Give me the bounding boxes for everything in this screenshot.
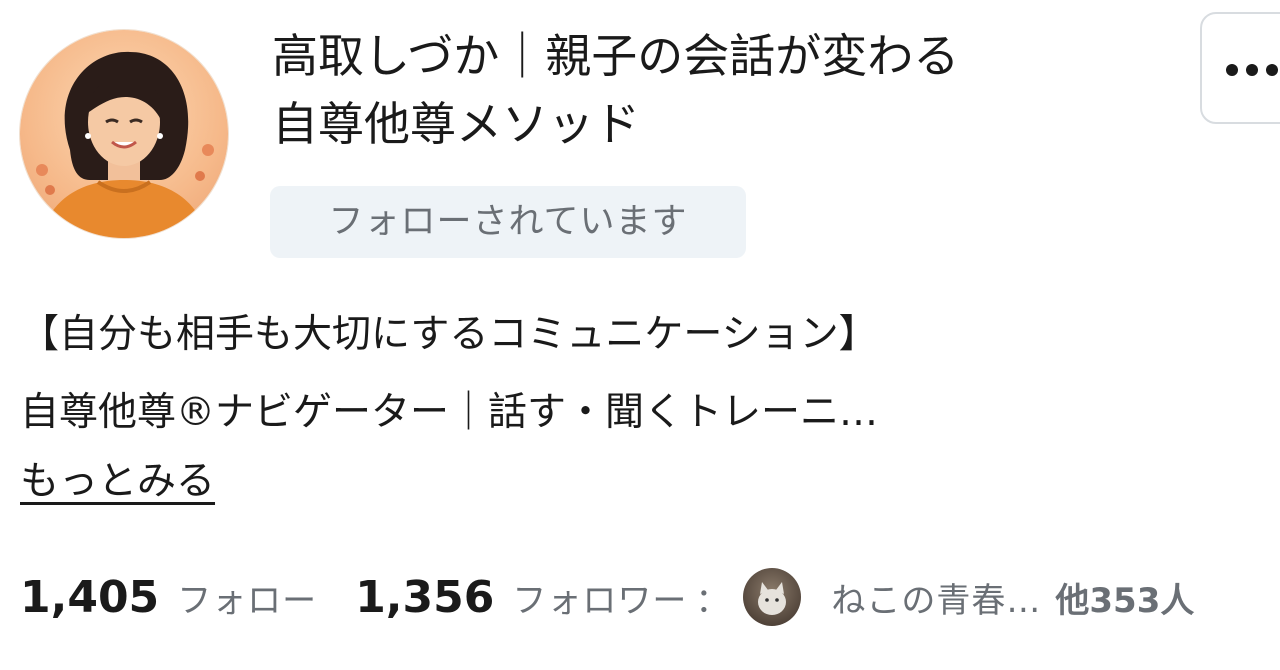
show-more-link[interactable]: もっとみる (20, 452, 215, 512)
following-count[interactable]: 1,405 (20, 572, 159, 623)
followers-label[interactable]: フォロワー (512, 573, 687, 622)
cat-avatar-icon (758, 582, 787, 615)
follower-preview-avatar[interactable] (743, 568, 802, 626)
bio-line-1: 【自分も相手も大切にするコミュニケーション】 (20, 312, 878, 357)
bio-line-2: 自尊他尊®ナビゲーター｜話す・聞くトレーニ… (20, 390, 879, 435)
follower-preview-names[interactable]: ねこの青春… (831, 573, 1041, 622)
follows-you-badge: フォローされています (270, 186, 746, 258)
profile-name: 高取しづか｜親子の会話が変わる 自尊他尊メソッド (272, 22, 1152, 158)
avatar-illustration (36, 51, 214, 238)
profile-name-line-1: 高取しづか｜親子の会話が変わる (272, 29, 960, 83)
other-followers-count[interactable]: 他353人 (1055, 573, 1194, 622)
more-horizontal-icon (1226, 64, 1278, 76)
stats-separator: ： (695, 580, 730, 621)
followers-count[interactable]: 1,356 (355, 572, 494, 623)
following-label[interactable]: フォロー (177, 573, 317, 622)
follow-stats: 1,405 フォロー 1,356 フォロワー ： ねこの青春… 他353人 (20, 562, 1194, 632)
profile-name-line-2: 自尊他尊メソッド (272, 97, 640, 151)
profile-bio: 【自分も相手も大切にするコミュニケーション】 自尊他尊®ナビゲーター｜話す・聞く… (20, 296, 1270, 452)
more-options-button[interactable] (1200, 12, 1280, 124)
profile-avatar[interactable] (20, 30, 228, 238)
